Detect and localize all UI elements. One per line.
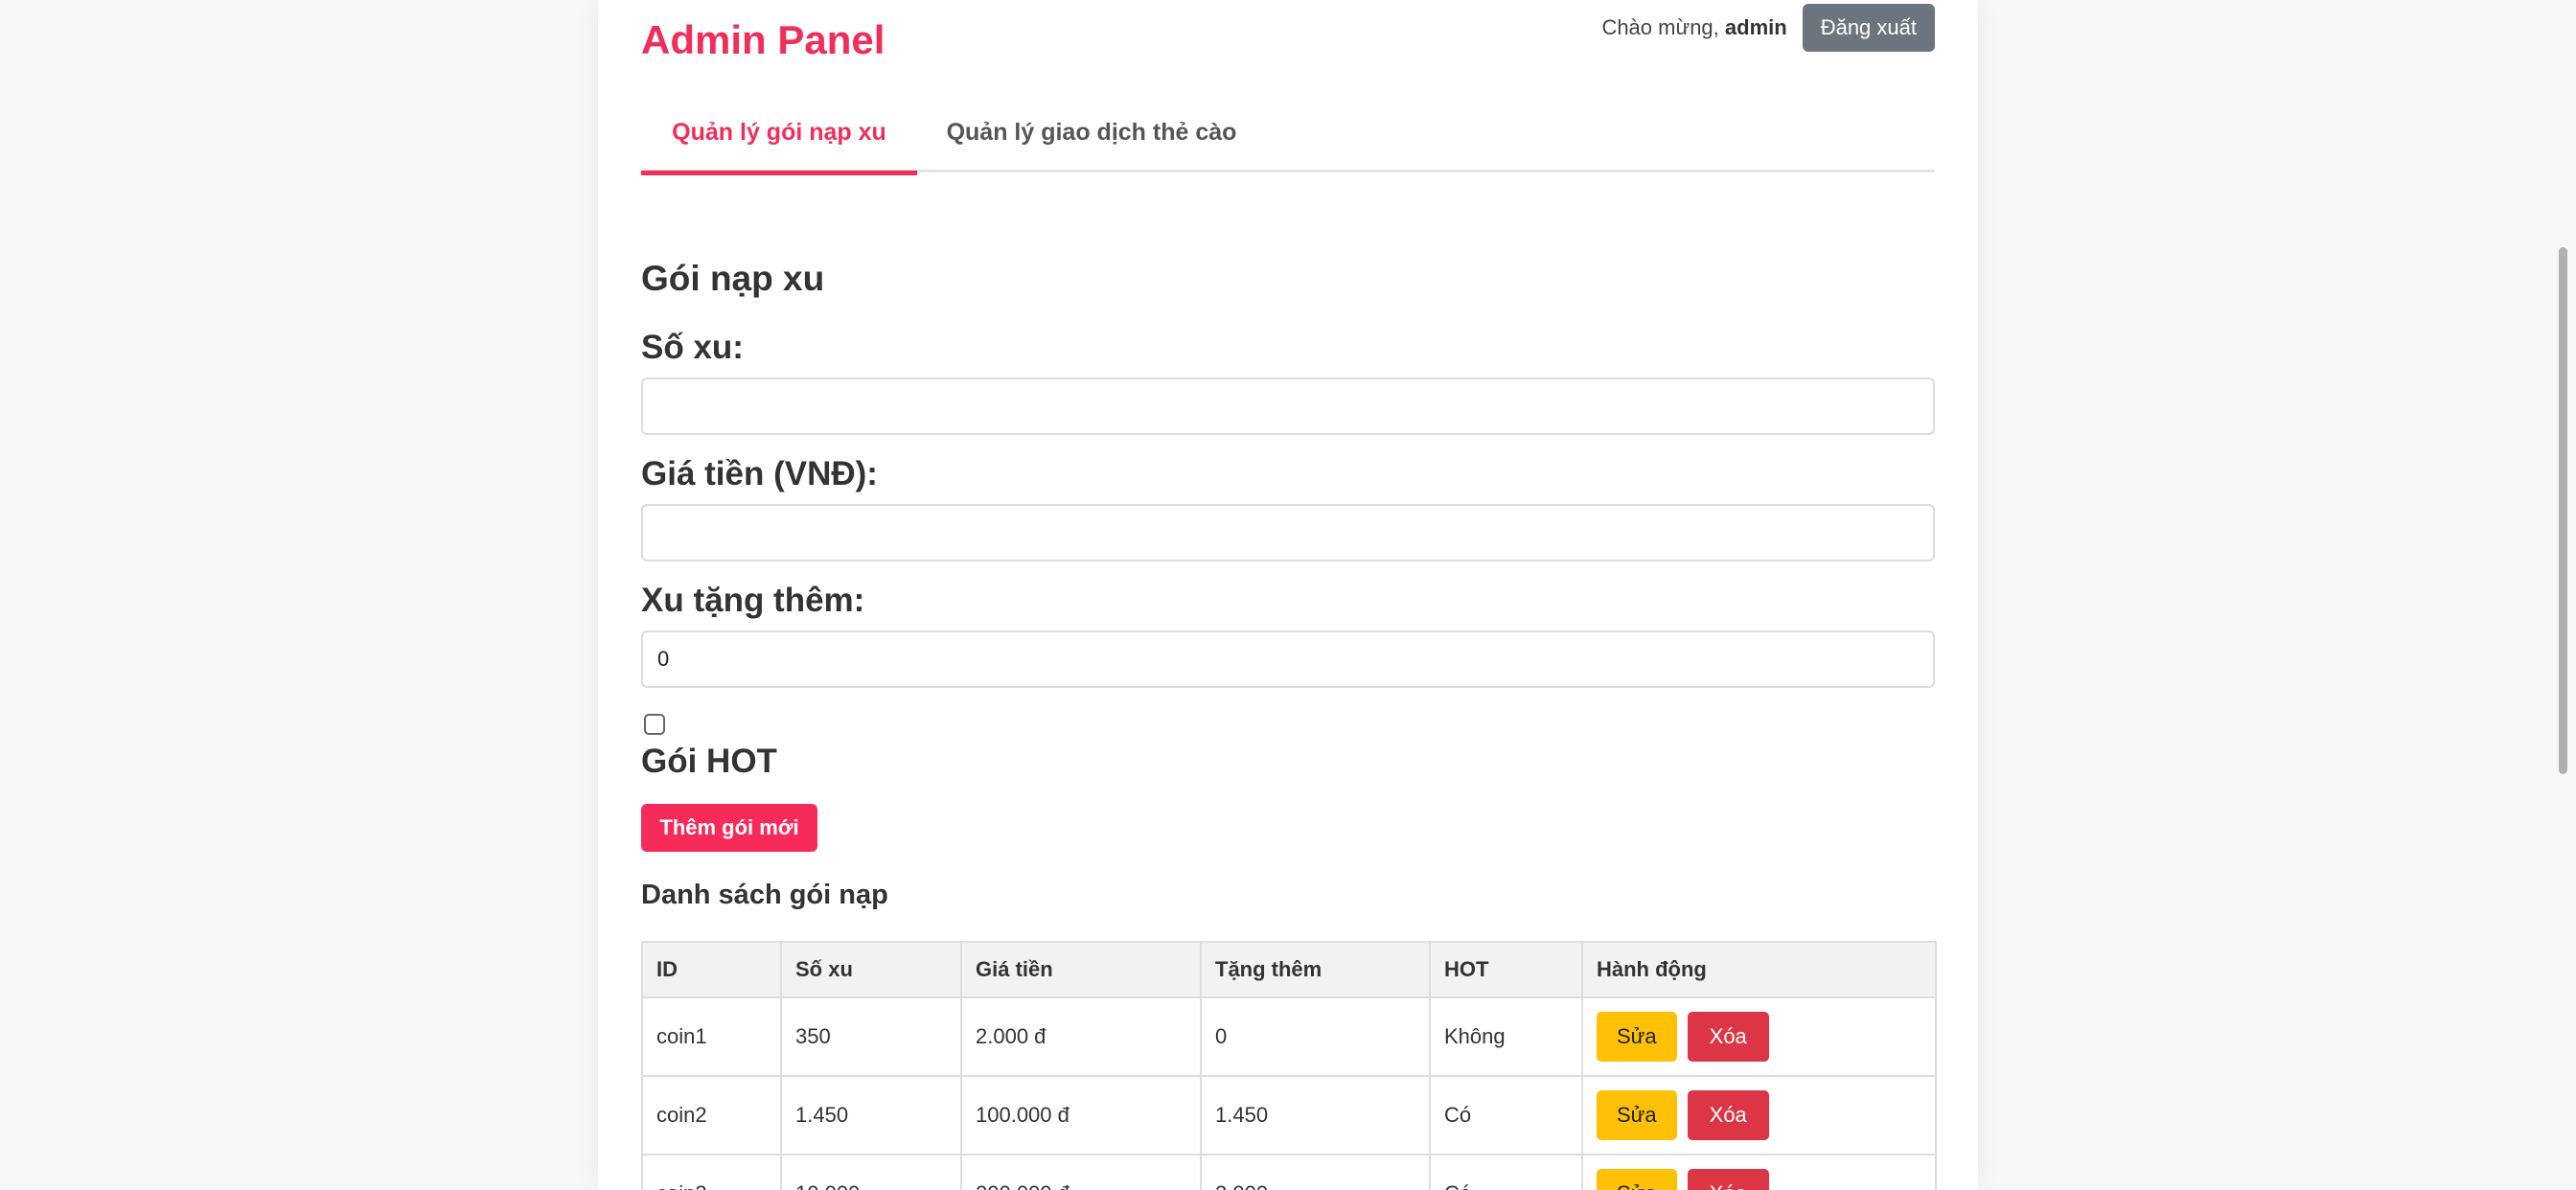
tab-coin-packages[interactable]: Quản lý gói nạp xu — [641, 101, 917, 175]
edit-button[interactable]: Sửa — [1597, 1012, 1677, 1062]
cell-id: coin1 — [641, 996, 782, 1077]
cell-coins: 10.000 — [780, 1154, 962, 1190]
cell-bonus: 1.450 — [1200, 1075, 1431, 1156]
delete-button[interactable]: Xóa — [1687, 1012, 1769, 1062]
hot-checkbox[interactable] — [644, 714, 665, 735]
cell-actions: SửaXóa — [1581, 996, 1937, 1077]
admin-panel: Admin Panel Chào mừng, admin Đăng xuất Q… — [598, 0, 1978, 1190]
cell-hot: Có — [1429, 1154, 1583, 1190]
cell-coins: 350 — [780, 996, 962, 1077]
user-area: Chào mừng, admin Đăng xuất — [1601, 4, 1935, 52]
tab-card-transactions[interactable]: Quản lý giao dịch thẻ cào — [917, 101, 1266, 172]
tab-bar: Quản lý gói nạp xu Quản lý giao dịch thẻ… — [641, 101, 1935, 175]
cell-actions: SửaXóa — [1581, 1075, 1937, 1156]
header: Admin Panel Chào mừng, admin Đăng xuất — [641, 0, 1935, 77]
page-scrollbar[interactable] — [2559, 247, 2567, 774]
delete-button[interactable]: Xóa — [1687, 1090, 1769, 1140]
column-header-actions: Hành động — [1581, 941, 1937, 998]
cell-bonus: 0 — [1200, 996, 1431, 1077]
panel-content: Admin Panel Chào mừng, admin Đăng xuất Q… — [641, 0, 1937, 1190]
cell-bonus: 2.000 — [1200, 1154, 1431, 1190]
bonus-label: Xu tặng thêm: — [641, 582, 865, 619]
cell-hot: Không — [1429, 996, 1583, 1077]
hot-label: Gói HOT — [641, 743, 777, 780]
column-header-price: Giá tiền — [960, 941, 1202, 998]
column-header-coins: Số xu — [780, 941, 962, 998]
package-list-title: Danh sách gói nạp — [641, 880, 888, 910]
coins-input[interactable] — [641, 378, 1935, 435]
coins-label: Số xu: — [641, 329, 744, 366]
column-header-id: ID — [641, 941, 782, 998]
table-row: coin3 10.000 200.000 đ 2.000 Có Sửa Xóa — [641, 1154, 1937, 1190]
brand-title: Admin Panel — [641, 17, 886, 62]
cell-id: coin3 — [641, 1154, 782, 1190]
cell-price: 200.000 đ — [960, 1154, 1202, 1190]
cell-actions: Sửa Xóa — [1581, 1154, 1937, 1190]
edit-button[interactable]: Sửa — [1597, 1169, 1677, 1190]
welcome-text: Chào mừng, — [1601, 15, 1719, 39]
cell-price: 2.000 đ — [960, 996, 1202, 1077]
table-row: coin1 350 2.000 đ 0 Không Sửa Xóa — [641, 996, 1937, 1077]
column-header-hot: HOT — [1429, 941, 1583, 998]
form-title: Gói nạp xu — [641, 259, 825, 298]
price-label: Giá tiền (VNĐ): — [641, 455, 878, 492]
cell-id: coin2 — [641, 1075, 782, 1156]
table-row: coin2 1.450 100.000 đ 1.450 Có Sửa Xóa — [641, 1075, 1937, 1156]
table-header-row: ID Số xu Giá tiền Tặng thêm HOT Hành độn… — [641, 941, 1937, 998]
edit-button[interactable]: Sửa — [1597, 1090, 1677, 1140]
username: admin — [1724, 15, 1787, 39]
package-table: ID Số xu Giá tiền Tặng thêm HOT Hành độn… — [641, 941, 1937, 1190]
cell-coins: 1.450 — [780, 1075, 962, 1156]
cell-price: 100.000 đ — [960, 1075, 1202, 1156]
column-header-bonus: Tặng thêm — [1200, 941, 1431, 998]
logout-button[interactable]: Đăng xuất — [1802, 4, 1935, 52]
price-input[interactable] — [641, 504, 1935, 561]
delete-button[interactable]: Xóa — [1687, 1169, 1769, 1190]
cell-hot: Có — [1429, 1075, 1583, 1156]
welcome-message: Chào mừng, admin — [1601, 15, 1786, 40]
add-package-button[interactable]: Thêm gói mới — [641, 804, 817, 852]
bonus-input[interactable]: 0 — [641, 630, 1935, 688]
